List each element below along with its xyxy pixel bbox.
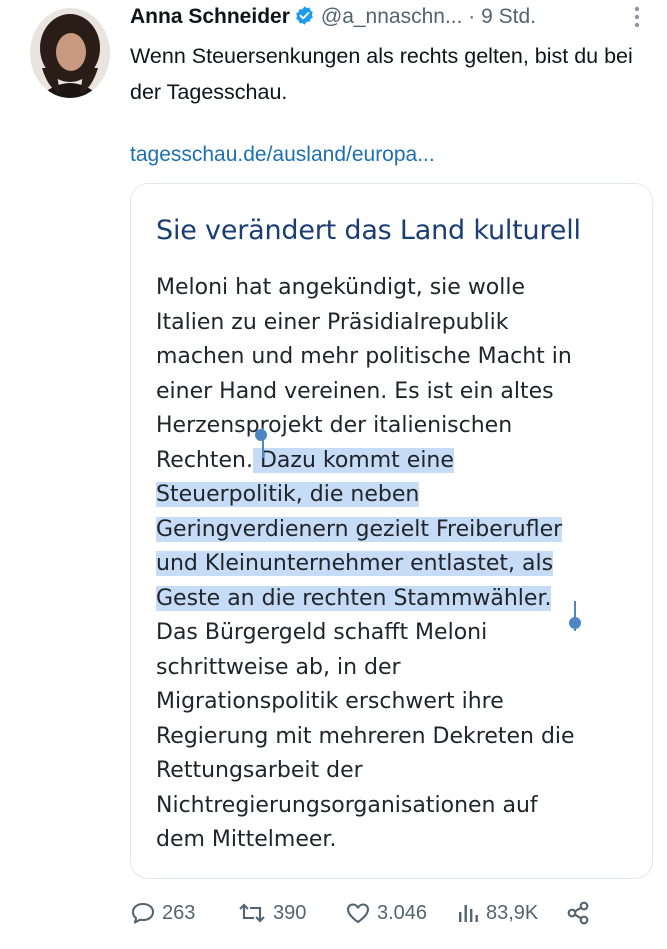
reply-count: 263 xyxy=(162,901,196,924)
article-text: Rechten. xyxy=(156,447,253,473)
author-handle[interactable]: @a_nnaschn... xyxy=(321,5,463,28)
highlighted-text: Geste an die rechten Stammwähler. xyxy=(156,585,552,611)
highlighted-text: Geringverdienern gezielt Freiberufler xyxy=(156,516,563,542)
article-line: schrittweise ab, in der xyxy=(156,654,401,680)
article-line: Italien zu einer Präsidialrepublik xyxy=(156,309,509,335)
views-button[interactable]: 83,9K xyxy=(456,897,538,929)
retweet-button[interactable]: 390 xyxy=(237,897,306,929)
article-line: einer Hand vereinen. Es ist ein altes xyxy=(156,378,554,404)
share-icon xyxy=(565,900,591,926)
article-line: Meloni hat angekündigt, sie wolle xyxy=(156,275,526,300)
article-line: Rettungsarbeit der xyxy=(156,758,363,783)
tweet-actions: 263 390 3.046 83,9K xyxy=(130,897,630,929)
avatar[interactable] xyxy=(30,8,110,98)
selection-start-handle[interactable] xyxy=(255,429,267,441)
article-headline: Sie verändert das Land kulturell xyxy=(156,215,581,246)
avatar-image xyxy=(30,8,110,98)
article-link[interactable]: tagesschau.de/ausland/europa... xyxy=(130,143,435,167)
timestamp[interactable]: 9 Std. xyxy=(481,5,536,28)
retweet-icon xyxy=(237,901,267,925)
tweet-text: Wenn Steuersenkungen als rechts gelten, … xyxy=(130,44,633,104)
article-line: Geringverdienern gezielt Freiberufler xyxy=(156,513,646,548)
article-screenshot-card[interactable]: Sie verändert das Land kulturell Meloni … xyxy=(130,183,653,879)
article-line: Nichtregierungsorganisationen auf xyxy=(156,792,538,818)
reply-button[interactable]: 263 xyxy=(130,897,195,929)
article-line: Steuerpolitik, die neben xyxy=(156,478,646,513)
like-count: 3.046 xyxy=(377,901,428,924)
views-chart-icon xyxy=(456,901,480,925)
author-name[interactable]: Anna Schneider xyxy=(130,5,290,28)
article-line: und Kleinunternehmer entlastet, als xyxy=(156,547,646,582)
more-options-icon[interactable] xyxy=(630,6,644,28)
separator: · xyxy=(468,5,476,28)
highlighted-text: und Kleinunternehmer entlastet, als xyxy=(156,551,554,576)
retweet-count: 390 xyxy=(273,901,307,924)
highlighted-text: Steuerpolitik, die neben xyxy=(156,482,420,507)
article-body: Meloni hat angekündigt, sie wolle Italie… xyxy=(156,271,646,858)
article-line: Regierung mit mehreren Dekreten die xyxy=(156,723,575,749)
verified-badge-icon xyxy=(294,5,315,32)
views-count: 83,9K xyxy=(486,901,539,924)
like-button[interactable]: 3.046 xyxy=(345,897,427,929)
reply-icon xyxy=(130,901,156,925)
article-line: Rechten. Dazu kommt eine xyxy=(156,444,646,479)
share-button[interactable] xyxy=(565,897,591,929)
article-line: Herzensprojekt der italienischen xyxy=(156,413,513,438)
selection-end-handle[interactable] xyxy=(569,617,581,629)
article-line: Geste an die rechten Stammwähler. xyxy=(156,582,646,617)
article-line: Migrationspolitik erschwert ihre xyxy=(156,689,504,714)
tweet-header: Anna Schneider @a_nnaschn... · 9 Std. xyxy=(130,5,536,32)
article-line: machen und mehr politische Macht in xyxy=(156,344,572,369)
highlighted-text: Dazu kommt eine xyxy=(252,447,454,473)
tweet: Anna Schneider @a_nnaschn... · 9 Std. Wen… xyxy=(0,0,667,949)
article-line: dem Mittelmeer. xyxy=(156,827,337,852)
heart-icon xyxy=(345,901,371,925)
